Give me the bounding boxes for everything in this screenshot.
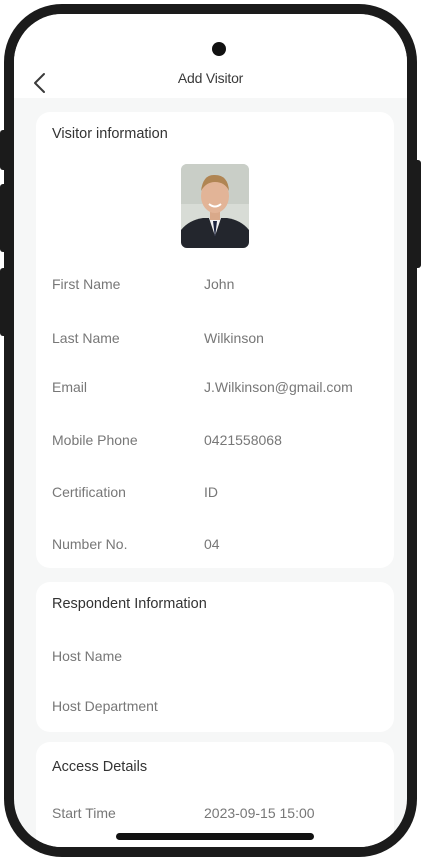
first-name-label: First Name (52, 276, 121, 292)
mobile-phone-value[interactable]: 0421558068 (204, 432, 282, 448)
visitor-portrait-image (181, 164, 249, 248)
email-value[interactable]: J.Wilkinson@gmail.com (204, 379, 353, 395)
home-indicator[interactable] (116, 833, 314, 840)
page-title: Add Visitor (177, 70, 244, 86)
respondent-info-card: Respondent Information Host Name Host De… (36, 582, 394, 732)
front-camera (212, 42, 226, 56)
certification-label: Certification (52, 484, 126, 500)
phone-frame: Add Visitor Visitor information First Na… (4, 4, 417, 857)
phone-screen: Add Visitor Visitor information First Na… (14, 14, 407, 847)
first-name-value[interactable]: John (204, 276, 234, 292)
number-no-value[interactable]: 04 (204, 536, 220, 552)
visitor-info-card: Visitor information First Name John Last… (36, 112, 394, 568)
visitor-photo[interactable] (181, 164, 249, 248)
respondent-info-title: Respondent Information (52, 596, 207, 612)
email-label: Email (52, 379, 88, 395)
certification-value[interactable]: ID (204, 484, 218, 500)
access-details-title: Access Details (52, 759, 148, 775)
host-name-label: Host Name (52, 648, 123, 664)
start-time-label: Start Time (52, 805, 116, 821)
access-details-card: Access Details Start Time 2023-09-15 15:… (36, 742, 394, 847)
start-time-value[interactable]: 2023-09-15 15:00 (204, 805, 315, 821)
number-no-label: Number No. (52, 536, 128, 552)
last-name-value[interactable]: Wilkinson (204, 330, 264, 346)
visitor-info-title: Visitor information (52, 126, 168, 142)
host-department-label: Host Department (52, 698, 158, 714)
mobile-phone-label: Mobile Phone (52, 432, 138, 448)
app-header: Add Visitor (14, 14, 407, 98)
last-name-label: Last Name (52, 330, 120, 346)
